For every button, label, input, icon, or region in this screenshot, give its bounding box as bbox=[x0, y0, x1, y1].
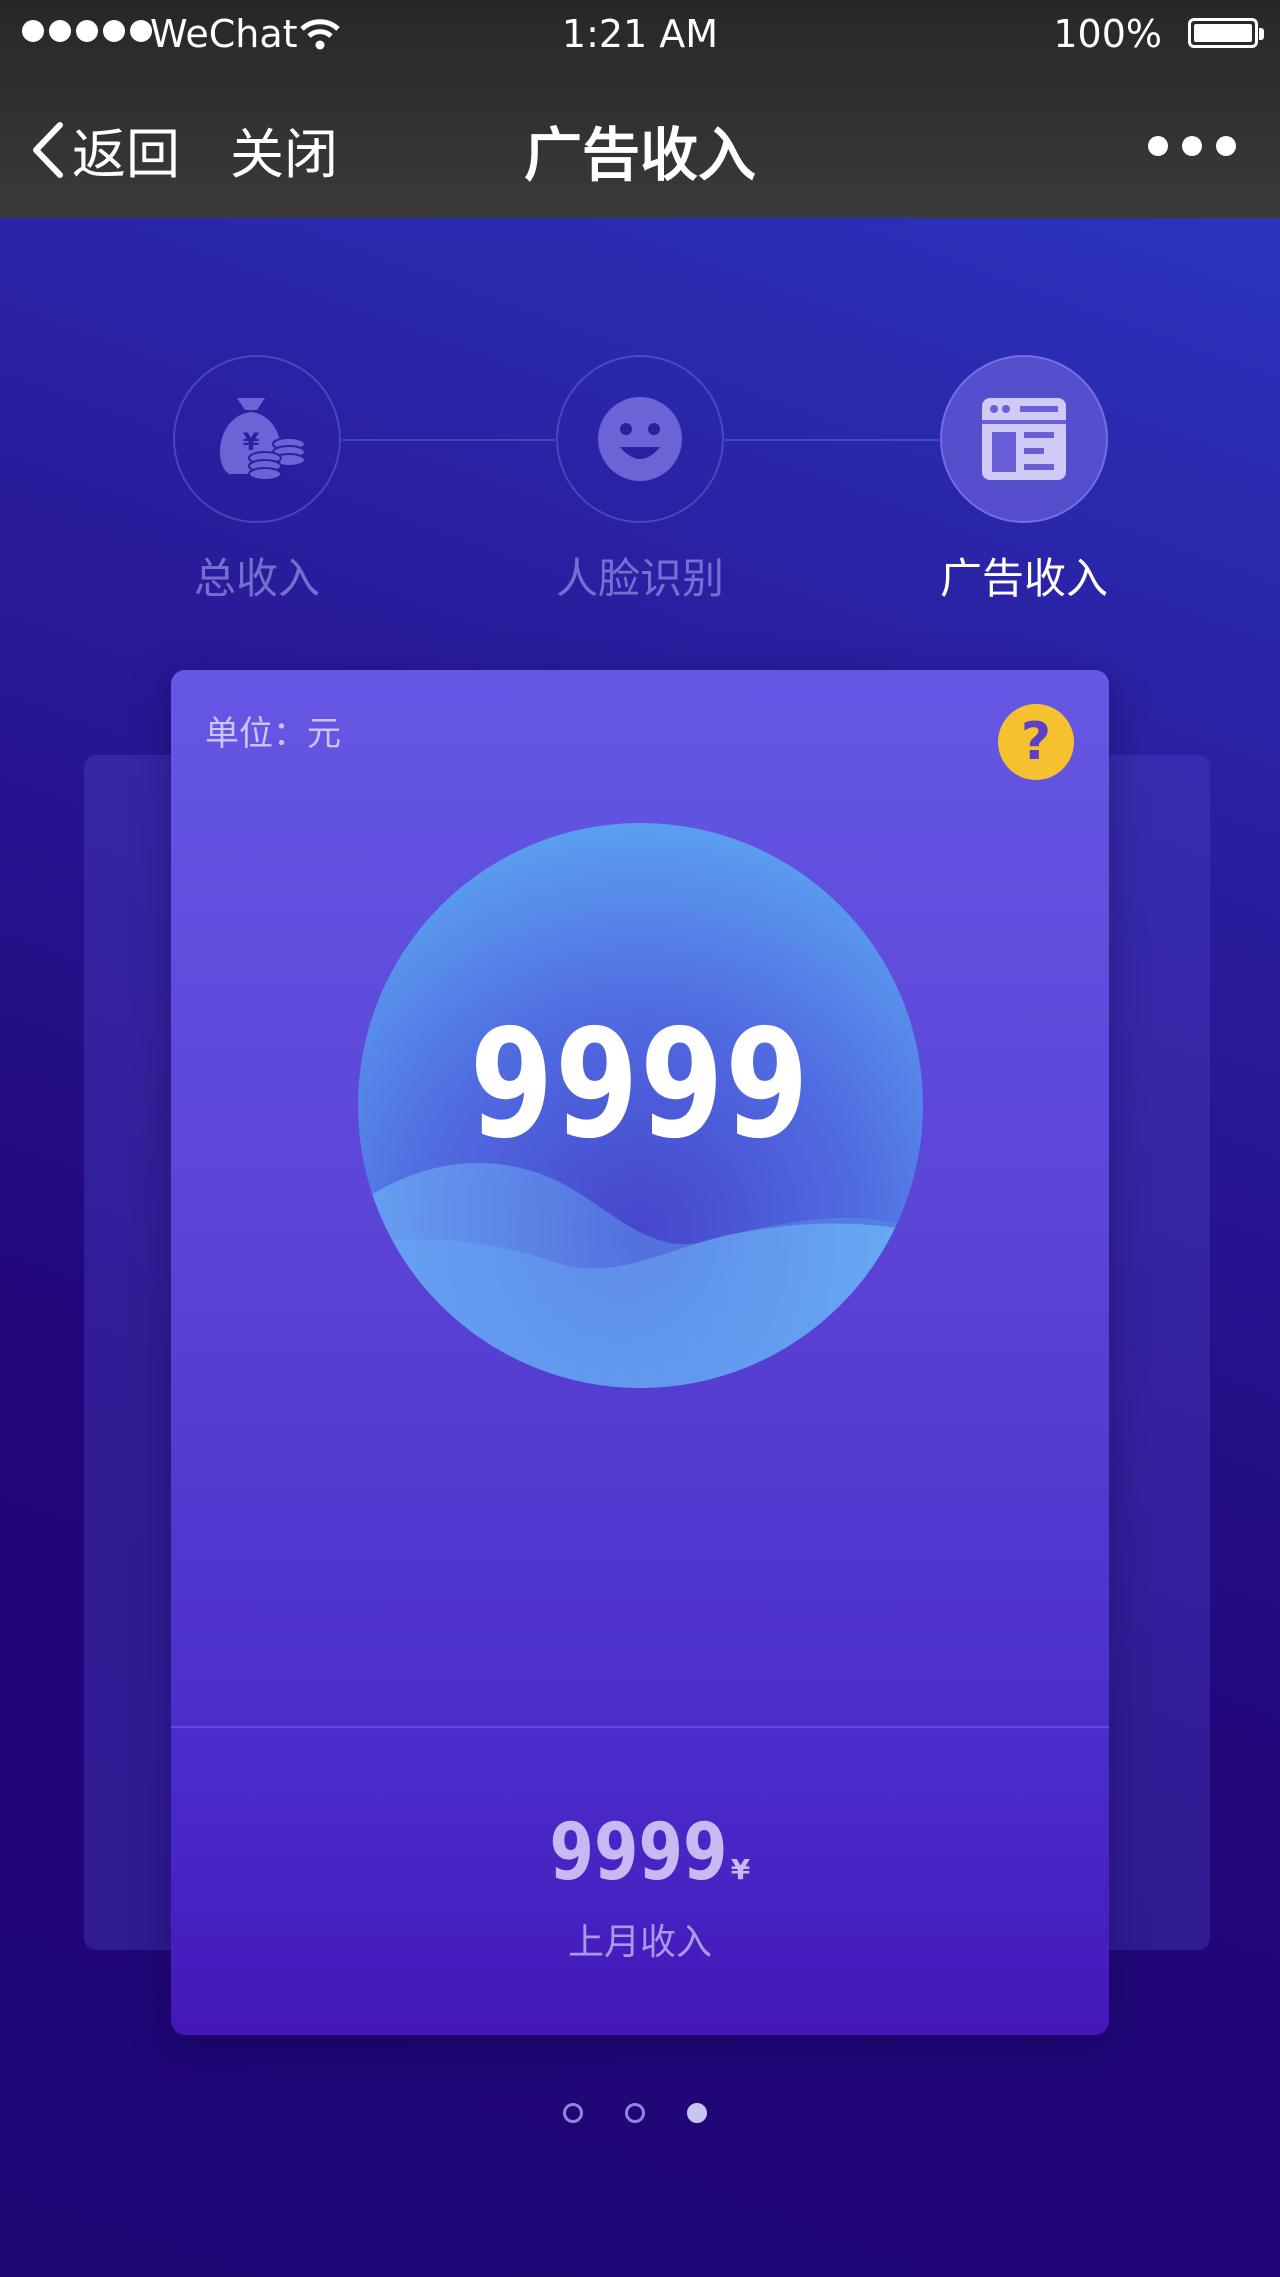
page-dot[interactable] bbox=[625, 2103, 645, 2123]
tab-label: 人脸识别 bbox=[555, 554, 724, 603]
step-connector bbox=[725, 439, 939, 441]
previous-month-label: 上月收入 bbox=[567, 1922, 712, 1963]
pagination bbox=[563, 2103, 707, 2123]
tab-total-income[interactable]: ¥ 总收入 bbox=[172, 355, 342, 606]
ad-window-icon bbox=[982, 398, 1066, 480]
more-dots-icon[interactable] bbox=[1148, 136, 1236, 156]
card-divider bbox=[171, 1726, 1109, 1728]
battery-icon bbox=[1188, 18, 1264, 48]
currency-symbol: ¥ bbox=[730, 1853, 751, 1886]
tab-face-recognition[interactable]: 人脸识别 bbox=[555, 355, 725, 606]
top-bar: WeChat 1:21 AM 100% 返回 关闭 广告收入 bbox=[0, 0, 1280, 218]
page-dot-active[interactable] bbox=[687, 2103, 707, 2123]
step-connector bbox=[342, 439, 555, 441]
status-bar: WeChat 1:21 AM 100% bbox=[0, 0, 1280, 70]
help-button[interactable]: ? bbox=[998, 704, 1074, 780]
nav-bar: 返回 关闭 广告收入 bbox=[0, 70, 1280, 218]
tab-label: 广告收入 bbox=[939, 554, 1108, 603]
previous-month-value-row: 9999 ¥ bbox=[171, 1808, 1109, 1898]
tab-label: 总收入 bbox=[193, 554, 320, 603]
page-title: 广告收入 bbox=[523, 121, 756, 189]
tab-ad-income[interactable]: 广告收入 bbox=[939, 355, 1109, 606]
ad-income-value: 9999 bbox=[469, 998, 811, 1172]
previous-month-value: 9999 bbox=[549, 1808, 728, 1898]
unit-label: 单位：元 bbox=[205, 714, 341, 754]
income-card: 单位：元 ? 9999 9999 ¥ 上月收入 bbox=[171, 670, 1109, 2035]
money-bag-coins-icon: ¥ bbox=[219, 398, 306, 481]
battery-percent: 100% bbox=[1053, 12, 1162, 56]
page-dot[interactable] bbox=[563, 2103, 583, 2123]
smiley-face-icon bbox=[598, 397, 682, 481]
